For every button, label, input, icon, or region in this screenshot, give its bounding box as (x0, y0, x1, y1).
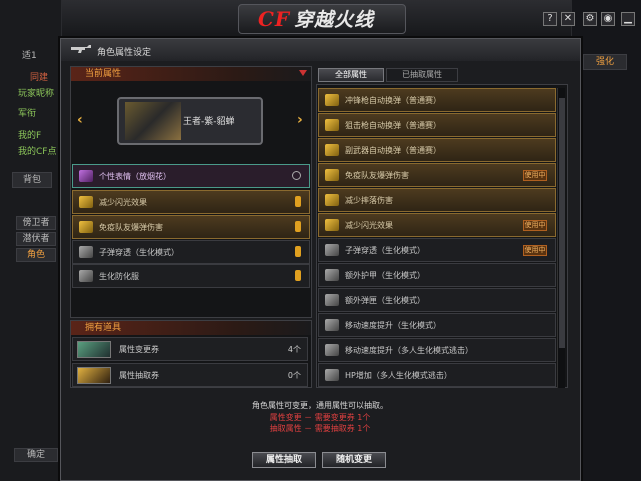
tab-all-attributes[interactable]: 全部属性 (318, 68, 384, 82)
attribute-icon (325, 269, 339, 281)
character-card[interactable]: 王者-紫-貂蝉 (117, 97, 263, 145)
info-text-warning: 抽取属性 － 需要抽取券 1个 (269, 424, 371, 433)
random-change-button[interactable]: 随机变更 (322, 452, 386, 468)
scrollbar-thumb[interactable] (559, 98, 565, 348)
attribute-row[interactable]: 移动速度提升（多人生化模式逃击） (318, 338, 556, 362)
attribute-row[interactable]: 副武器自动换弹（普通赛） (318, 138, 556, 162)
attribute-label: 减少摔落伤害 (345, 196, 393, 205)
lock-icon (295, 221, 301, 232)
character-portrait (125, 102, 181, 140)
bg-tab-defender[interactable]: 傍卫者 (16, 216, 56, 230)
attribute-icon (325, 369, 339, 381)
attribute-row[interactable]: 额外弹匣（生化模式） (318, 288, 556, 312)
bg-label: 玩家昵称 (18, 89, 55, 99)
bg-label: 同建 (30, 73, 49, 83)
info-text-warning: 属性变更 － 需要变更券 1个 (269, 413, 371, 422)
bg-tab-bag[interactable]: 背包 (12, 172, 52, 188)
emote-icon (79, 170, 93, 182)
attribute-icon (325, 194, 339, 206)
dialog-title: 角色属性设定 (97, 48, 152, 58)
attribute-icon (325, 119, 339, 131)
attribute-row[interactable]: HP增加（多人生化模式逃击） (318, 363, 556, 387)
item-row[interactable]: 属性变更券 4个 (72, 337, 308, 361)
attribute-row[interactable]: 狙击枪自动换弹（普通赛） (318, 113, 556, 137)
collapse-icon (299, 70, 307, 76)
info-text: 角色属性可变更，通用属性可以抽取。 (252, 401, 388, 410)
attribute-label: 减少闪光效果 (345, 221, 393, 230)
attribute-icon (325, 294, 339, 306)
attribute-label: 子弹穿透（生化模式） (345, 246, 425, 255)
attribute-row[interactable]: 子弹穿透（生化模式） 使用中 (318, 238, 556, 262)
armor-icon (79, 270, 93, 282)
lock-icon (295, 246, 301, 257)
gun-icon (71, 45, 91, 53)
in-use-badge: 使用中 (523, 245, 547, 256)
next-character-arrow-icon[interactable]: › (297, 112, 303, 128)
bg-confirm-button[interactable]: 确定 (14, 448, 58, 462)
attribute-row[interactable]: 免疫队友爆弹伤害 使用中 (318, 163, 556, 187)
item-row[interactable]: 属性抽取券 0个 (72, 363, 308, 387)
attribute-label: 免疫队友爆弹伤害 (345, 171, 409, 180)
lock-icon (295, 196, 301, 207)
disabled-icon (292, 171, 301, 180)
close-icon[interactable]: ✕ (561, 12, 575, 26)
minimize-icon[interactable]: ▁ (621, 12, 635, 26)
change-ticket-icon (77, 341, 111, 358)
attribute-row[interactable]: 移动速度提升（生化模式） (318, 313, 556, 337)
attribute-row[interactable]: 生化防化服 (72, 264, 310, 288)
in-use-badge: 使用中 (523, 220, 547, 231)
attribute-label: 狙击枪自动换弹（普通赛） (345, 121, 441, 130)
attribute-row[interactable]: 减少闪光效果 使用中 (318, 213, 556, 237)
attribute-icon (325, 144, 339, 156)
attribute-label: 副武器自动换弹（普通赛） (345, 146, 441, 155)
attribute-icon (325, 94, 339, 106)
attribute-row[interactable]: 减少摔落伤害 (318, 188, 556, 212)
location-icon[interactable]: ◉ (601, 12, 615, 26)
bg-label: 我的CF点 (18, 147, 57, 157)
grenade-icon (79, 221, 93, 233)
bg-tab-lurker[interactable]: 潜伏者 (16, 232, 56, 246)
attribute-row[interactable]: 额外护甲（生化模式） (318, 263, 556, 287)
bg-tab-role[interactable]: 角色 (16, 248, 56, 262)
panel-header: 当前属性 (71, 67, 311, 81)
attribute-icon (325, 319, 339, 331)
right-background-panel (571, 0, 641, 481)
extract-ticket-icon (77, 367, 111, 384)
prev-character-arrow-icon[interactable]: ‹ (77, 112, 83, 128)
attribute-icon (325, 169, 339, 181)
in-use-badge: 使用中 (523, 170, 547, 181)
bg-label: 我的F (18, 131, 42, 141)
attribute-row[interactable]: 减少闪光效果 (72, 190, 310, 214)
bullet-icon (79, 246, 93, 258)
lock-icon (295, 270, 301, 281)
help-icon[interactable]: ? (543, 12, 557, 26)
settings-icon[interactable]: ⚙ (583, 12, 597, 26)
attribute-label: 移动速度提升（多人生化模式逃击） (345, 346, 473, 355)
attribute-label: HP增加（多人生化模式逃击） (345, 371, 452, 380)
bg-label: 军衔 (18, 109, 37, 119)
flash-icon (79, 196, 93, 208)
attribute-label: 移动速度提升（生化模式） (345, 321, 441, 330)
attribute-row[interactable]: 冲锋枪自动换弹（普通赛） (318, 88, 556, 112)
tab-extracted-attributes[interactable]: 已抽取属性 (386, 68, 458, 82)
attribute-label: 冲锋枪自动换弹（普通赛） (345, 96, 441, 105)
panel-header: 拥有道具 (71, 321, 311, 335)
attribute-icon (325, 344, 339, 356)
attribute-row[interactable]: 个性表情（放烟花） (72, 164, 310, 188)
bg-label: 适1 (22, 51, 37, 61)
game-logo: CF 穿越火线 (258, 7, 375, 31)
scrollbar[interactable] (557, 88, 565, 388)
attribute-label: 额外护甲（生化模式） (345, 271, 425, 280)
extract-attribute-button[interactable]: 属性抽取 (252, 452, 316, 468)
attribute-label: 额外弹匣（生化模式） (345, 296, 425, 305)
attribute-icon (325, 219, 339, 231)
attribute-row[interactable]: 免疫队友爆弹伤害 (72, 215, 310, 239)
attribute-icon (325, 244, 339, 256)
attribute-row[interactable]: 子弹穿透（生化模式） (72, 240, 310, 264)
bg-enhance-button[interactable]: 强化 (583, 54, 627, 70)
character-name: 王者-紫-貂蝉 (183, 117, 235, 127)
